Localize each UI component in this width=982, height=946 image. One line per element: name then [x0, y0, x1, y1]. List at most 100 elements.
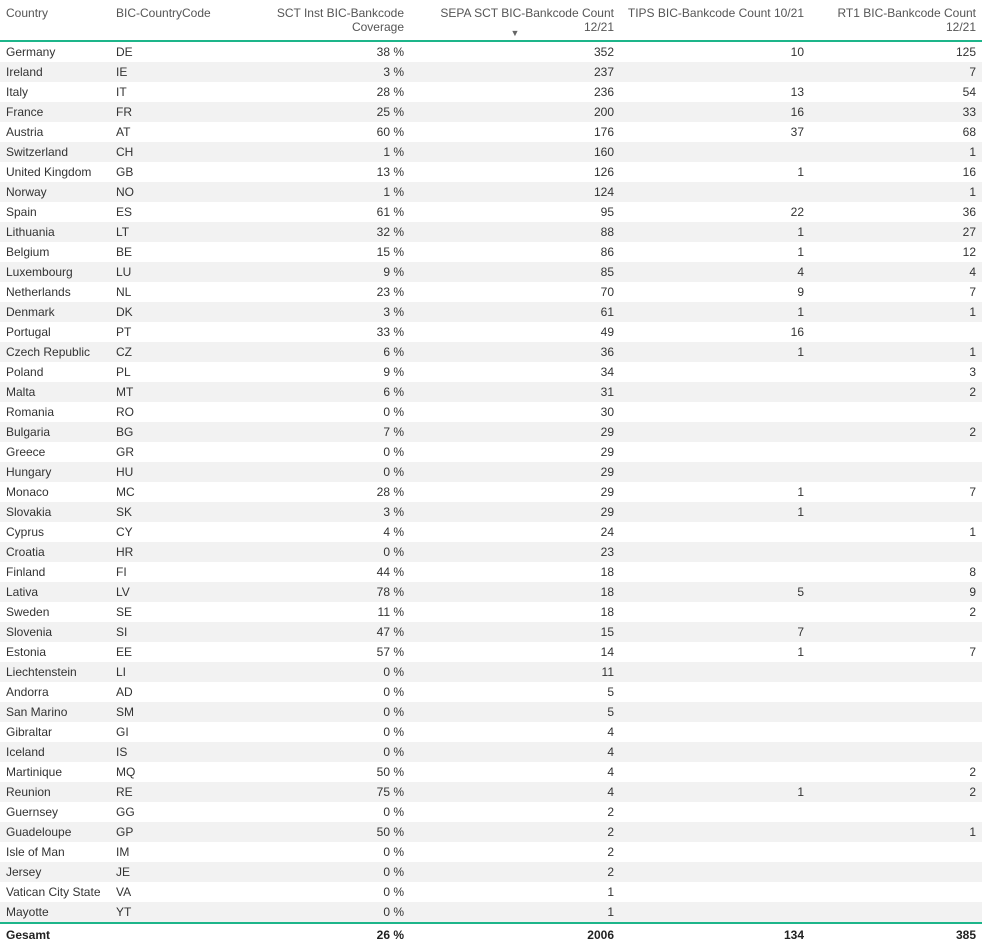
cell-country: Malta	[0, 382, 110, 402]
table-row[interactable]: NetherlandsNL23 %7097	[0, 282, 982, 302]
cell-bic: LV	[110, 582, 220, 602]
cell-tips	[620, 902, 810, 923]
table-row[interactable]: GuadeloupeGP50 %21	[0, 822, 982, 842]
cell-bic: GR	[110, 442, 220, 462]
table-row[interactable]: NorwayNO1 %1241	[0, 182, 982, 202]
column-header-sepa[interactable]: SEPA SCT BIC-Bankcode Count 12/21 ▼	[410, 0, 620, 40]
table-row[interactable]: BelgiumBE15 %86112	[0, 242, 982, 262]
table-row[interactable]: MayotteYT0 %1	[0, 902, 982, 923]
column-header-bic[interactable]: BIC-CountryCode	[110, 0, 220, 40]
cell-sepa: 124	[410, 182, 620, 202]
cell-tips	[620, 662, 810, 682]
table-row[interactable]: SwedenSE11 %182	[0, 602, 982, 622]
table-row[interactable]: Isle of ManIM0 %2	[0, 842, 982, 862]
table-row[interactable]: Vatican City StateVA0 %1	[0, 882, 982, 902]
cell-sepa: 18	[410, 602, 620, 622]
table-row[interactable]: GermanyDE38 %35210125	[0, 42, 982, 62]
table-row[interactable]: AustriaAT60 %1763768	[0, 122, 982, 142]
cell-coverage: 3 %	[220, 62, 410, 82]
table-row[interactable]: SpainES61 %952236	[0, 202, 982, 222]
cell-bic: ES	[110, 202, 220, 222]
table-row[interactable]: MonacoMC28 %2917	[0, 482, 982, 502]
table-row[interactable]: LithuaniaLT32 %88127	[0, 222, 982, 242]
cell-sepa: 49	[410, 322, 620, 342]
cell-country: Andorra	[0, 682, 110, 702]
totals-coverage: 26 %	[220, 923, 410, 946]
cell-rt1: 7	[810, 282, 982, 302]
table-row[interactable]: United KingdomGB13 %126116	[0, 162, 982, 182]
column-header-tips[interactable]: TIPS BIC-Bankcode Count 10/21	[620, 0, 810, 40]
table-row[interactable]: LiechtensteinLI0 %11	[0, 662, 982, 682]
cell-bic: HU	[110, 462, 220, 482]
cell-bic: GP	[110, 822, 220, 842]
cell-sepa: 236	[410, 82, 620, 102]
table-row[interactable]: GibraltarGI0 %4	[0, 722, 982, 742]
cell-bic: FI	[110, 562, 220, 582]
cell-coverage: 3 %	[220, 502, 410, 522]
column-header-rt1[interactable]: RT1 BIC-Bankcode Count 12/21	[810, 0, 982, 40]
cell-country: Finland	[0, 562, 110, 582]
table-row[interactable]: MartiniqueMQ50 %42	[0, 762, 982, 782]
cell-country: Martinique	[0, 762, 110, 782]
table-row[interactable]: RomaniaRO0 %30	[0, 402, 982, 422]
table-row[interactable]: CyprusCY4 %241	[0, 522, 982, 542]
table-row[interactable]: ReunionRE75 %412	[0, 782, 982, 802]
table-row[interactable]: BulgariaBG7 %292	[0, 422, 982, 442]
cell-tips	[620, 722, 810, 742]
table-row[interactable]: DenmarkDK3 %6111	[0, 302, 982, 322]
cell-sepa: 5	[410, 702, 620, 722]
cell-tips	[620, 142, 810, 162]
table-row[interactable]: JerseyJE0 %2	[0, 862, 982, 882]
table-row[interactable]: LativaLV78 %1859	[0, 582, 982, 602]
column-header-country[interactable]: Country	[0, 0, 110, 40]
table-row[interactable]: ItalyIT28 %2361354	[0, 82, 982, 102]
cell-tips: 1	[620, 502, 810, 522]
cell-rt1: 7	[810, 642, 982, 662]
cell-tips	[620, 882, 810, 902]
table-row[interactable]: GreeceGR0 %29	[0, 442, 982, 462]
cell-rt1: 2	[810, 782, 982, 802]
cell-rt1	[810, 682, 982, 702]
cell-country: Estonia	[0, 642, 110, 662]
cell-country: United Kingdom	[0, 162, 110, 182]
cell-rt1: 2	[810, 762, 982, 782]
cell-bic: YT	[110, 902, 220, 923]
table-row[interactable]: IcelandIS0 %4	[0, 742, 982, 762]
cell-rt1: 54	[810, 82, 982, 102]
cell-tips	[620, 402, 810, 422]
table-row[interactable]: MaltaMT6 %312	[0, 382, 982, 402]
cell-country: Spain	[0, 202, 110, 222]
cell-sepa: 85	[410, 262, 620, 282]
table-row[interactable]: SlovakiaSK3 %291	[0, 502, 982, 522]
table-row[interactable]: SwitzerlandCH1 %1601	[0, 142, 982, 162]
cell-country: Norway	[0, 182, 110, 202]
table-row[interactable]: HungaryHU0 %29	[0, 462, 982, 482]
table-row[interactable]: Czech RepublicCZ6 %3611	[0, 342, 982, 362]
table-row[interactable]: IrelandIE3 %2377	[0, 62, 982, 82]
table-row[interactable]: SloveniaSI47 %157	[0, 622, 982, 642]
table-row[interactable]: LuxembourgLU9 %8544	[0, 262, 982, 282]
cell-rt1	[810, 882, 982, 902]
cell-bic: JE	[110, 862, 220, 882]
cell-sepa: 30	[410, 402, 620, 422]
table-row[interactable]: EstoniaEE57 %1417	[0, 642, 982, 662]
cell-coverage: 0 %	[220, 882, 410, 902]
table-row[interactable]: GuernseyGG0 %2	[0, 802, 982, 822]
table-row[interactable]: PolandPL9 %343	[0, 362, 982, 382]
table-row[interactable]: San MarinoSM0 %5	[0, 702, 982, 722]
cell-tips	[620, 442, 810, 462]
cell-coverage: 11 %	[220, 602, 410, 622]
cell-sepa: 95	[410, 202, 620, 222]
table-row[interactable]: FranceFR25 %2001633	[0, 102, 982, 122]
cell-rt1	[810, 722, 982, 742]
cell-bic: BG	[110, 422, 220, 442]
totals-rt1: 385	[810, 923, 982, 946]
cell-bic: FR	[110, 102, 220, 122]
table-row[interactable]: AndorraAD0 %5	[0, 682, 982, 702]
table-row[interactable]: FinlandFI44 %188	[0, 562, 982, 582]
cell-bic: LU	[110, 262, 220, 282]
column-header-coverage[interactable]: SCT Inst BIC-Bankcode Coverage	[220, 0, 410, 40]
table-row[interactable]: CroatiaHR0 %23	[0, 542, 982, 562]
cell-bic: AD	[110, 682, 220, 702]
table-row[interactable]: PortugalPT33 %4916	[0, 322, 982, 342]
